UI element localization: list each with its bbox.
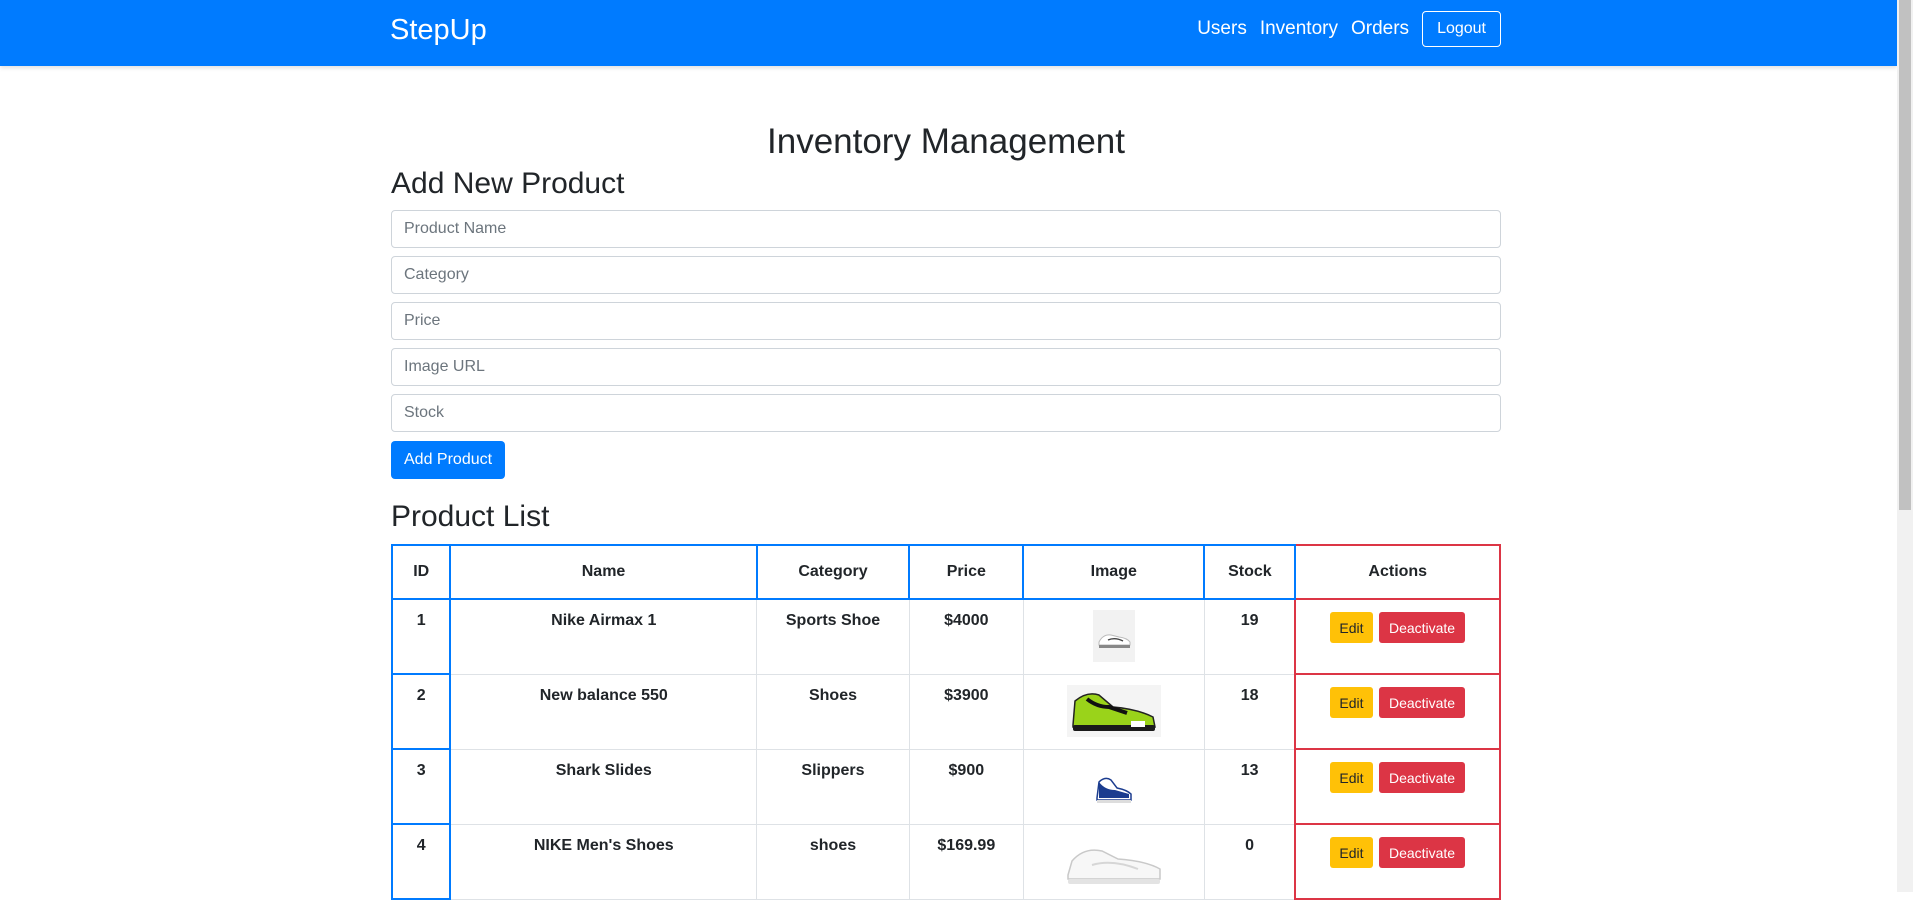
- cell-id: 2: [390, 673, 452, 750]
- add-product-button[interactable]: Add Product: [391, 441, 506, 479]
- deactivate-button[interactable]: Deactivate: [1378, 612, 1466, 643]
- cell-name: Nike Airmax 1: [449, 598, 758, 675]
- cell-price: $169.99: [908, 823, 1024, 900]
- cell-id: 1: [390, 598, 452, 675]
- stock-input[interactable]: [391, 394, 1501, 432]
- page-scrollbar[interactable]: [1897, 0, 1913, 892]
- table-row: 3 Shark Slides Slippers $900 13 Edit Dea…: [390, 748, 1501, 825]
- blue-white-sneaker-icon: [1090, 759, 1137, 812]
- cell-category: Shoes: [756, 673, 910, 750]
- white-sneaker-icon: [1092, 610, 1135, 662]
- cell-stock: 0: [1203, 823, 1296, 900]
- product-list-title: Product List: [391, 500, 550, 533]
- column-header-stock: Stock: [1203, 544, 1297, 600]
- cell-name: Shark Slides: [449, 748, 758, 825]
- column-header-name: Name: [449, 544, 758, 600]
- cell-id: 3: [390, 748, 452, 825]
- table-row: 1 Nike Airmax 1 Sports Shoe $4000 19 Edi…: [390, 598, 1501, 675]
- column-header-category: Category: [755, 544, 911, 600]
- column-header-id: ID: [390, 544, 452, 600]
- logout-button[interactable]: Logout: [1422, 11, 1501, 47]
- cell-category: Sports Shoe: [756, 598, 910, 675]
- cell-stock: 19: [1203, 598, 1296, 675]
- product-name-input[interactable]: [391, 210, 1501, 248]
- top-navbar: StepUp Users Inventory Orders Logout: [0, 0, 1897, 66]
- green-black-sneaker-icon: [1066, 684, 1161, 737]
- cell-price: $4000: [908, 598, 1024, 675]
- product-table: ID Name Category Price Image Stock Actio…: [390, 544, 1501, 900]
- nav-link-inventory[interactable]: Inventory: [1260, 8, 1338, 50]
- table-row: 4 NIKE Men's Shoes shoes $169.99 0 Edit …: [390, 823, 1501, 900]
- cell-image: [1022, 748, 1205, 825]
- table-row: 2 New balance 550 Shoes $3900 18 Edit De…: [390, 673, 1501, 750]
- cell-id: 4: [390, 823, 452, 900]
- price-input[interactable]: [391, 302, 1501, 340]
- column-header-price: Price: [908, 544, 1025, 600]
- column-header-image: Image: [1022, 544, 1206, 600]
- cell-price: $900: [908, 748, 1024, 825]
- nav-link-orders[interactable]: Orders: [1351, 8, 1409, 50]
- cell-category: Slippers: [756, 748, 910, 825]
- deactivate-button[interactable]: Deactivate: [1378, 837, 1466, 868]
- cell-image: [1022, 823, 1205, 900]
- image-url-input[interactable]: [391, 348, 1501, 386]
- deactivate-button[interactable]: Deactivate: [1378, 762, 1466, 793]
- cell-price: $3900: [908, 673, 1024, 750]
- edit-button[interactable]: Edit: [1330, 687, 1373, 718]
- edit-button[interactable]: Edit: [1330, 837, 1373, 868]
- deactivate-button[interactable]: Deactivate: [1378, 687, 1466, 718]
- nav-links: Users Inventory Orders Logout: [1197, 8, 1501, 50]
- cell-name: NIKE Men's Shoes: [449, 823, 758, 900]
- cell-category: shoes: [756, 823, 910, 900]
- white-low-sneaker-icon: [1061, 834, 1166, 889]
- cell-actions: Edit Deactivate: [1294, 748, 1501, 825]
- brand-logo[interactable]: StepUp: [390, 12, 487, 48]
- edit-button[interactable]: Edit: [1330, 612, 1373, 643]
- cell-actions: Edit Deactivate: [1294, 823, 1501, 900]
- cell-actions: Edit Deactivate: [1294, 673, 1501, 750]
- cell-stock: 13: [1203, 748, 1296, 825]
- table-header-row: ID Name Category Price Image Stock Actio…: [390, 544, 1501, 600]
- nav-link-users[interactable]: Users: [1197, 8, 1247, 50]
- add-product-title: Add New Product: [391, 167, 625, 200]
- category-input[interactable]: [391, 256, 1501, 294]
- scrollbar-thumb[interactable]: [1899, 0, 1911, 510]
- column-header-actions: Actions: [1294, 544, 1501, 600]
- cell-stock: 18: [1203, 673, 1296, 750]
- edit-button[interactable]: Edit: [1330, 762, 1373, 793]
- page-title: Inventory Management: [767, 122, 1125, 161]
- cell-image: [1022, 673, 1205, 750]
- cell-image: [1022, 598, 1205, 675]
- cell-actions: Edit Deactivate: [1294, 598, 1501, 675]
- cell-name: New balance 550: [449, 673, 758, 750]
